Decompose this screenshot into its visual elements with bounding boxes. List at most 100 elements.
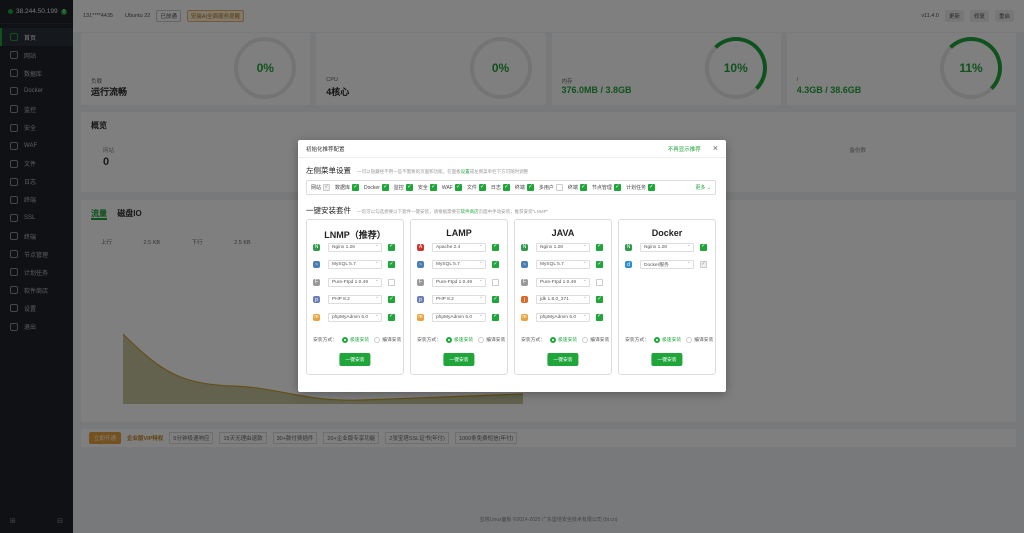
menu-option-label: WAF xyxy=(441,184,453,191)
package-checkbox[interactable]: ✓ xyxy=(388,313,395,321)
package-row: m phpMyAdmin 5.0 ✓ xyxy=(313,312,395,322)
menu-option-checkbox[interactable]: ✓ xyxy=(478,184,486,191)
compile-install-radio[interactable] xyxy=(686,336,693,343)
menu-option[interactable]: 文件 ✓ xyxy=(467,184,486,191)
menu-option[interactable]: 日志 ✓ xyxy=(491,184,510,191)
menu-option-checkbox[interactable]: ✓ xyxy=(454,184,462,191)
no-more-link[interactable]: 不再显示推荐 xyxy=(668,145,701,153)
menu-option[interactable]: 多用户 xyxy=(539,184,563,191)
menu-option-checkbox[interactable]: ✓ xyxy=(381,184,389,191)
package-icon: F xyxy=(417,278,424,286)
package-checkbox[interactable] xyxy=(596,278,603,286)
package-icon: ~ xyxy=(313,261,320,268)
close-icon[interactable]: × xyxy=(713,144,718,153)
menu-option[interactable]: 终端 ✓ xyxy=(515,184,534,191)
menu-option[interactable]: Docker ✓ xyxy=(364,184,389,191)
menu-option-checkbox[interactable]: ✓ xyxy=(429,184,437,191)
menu-option[interactable]: 终端 ✓ xyxy=(568,184,587,191)
version-select[interactable]: PHP 8.2 xyxy=(328,295,382,304)
stack-options: LNMP（推荐） N Nginx 1.26 ✓ ~ MySQL 5.7 ✓ F Pure-Ftp… xyxy=(306,219,716,375)
store-link[interactable]: 软件商店 xyxy=(461,209,479,214)
one-click-install-button[interactable]: 一键安装 xyxy=(651,353,683,366)
package-checkbox[interactable]: ✓ xyxy=(596,243,603,251)
fast-install-label: 极速安装 xyxy=(662,338,682,343)
package-checkbox[interactable]: ✓ xyxy=(388,243,395,251)
package-row: d Docker服务 ✓ xyxy=(625,260,707,270)
package-checkbox[interactable]: ✓ xyxy=(700,243,707,251)
package-checkbox[interactable]: ✓ xyxy=(492,261,499,268)
compile-install-radio[interactable] xyxy=(374,336,381,343)
compile-install-label: 编译安装 xyxy=(694,338,714,343)
package-row: N Nginx 1.28 ✓ xyxy=(521,242,603,252)
package-checkbox[interactable]: ✓ xyxy=(492,243,499,251)
more-dropdown[interactable]: 更多 ⌄ xyxy=(695,184,711,191)
version-select[interactable]: Pure-Ftpd 1.0.49 xyxy=(328,277,382,287)
menu-option-checkbox[interactable]: ✓ xyxy=(613,184,621,191)
menu-option-checkbox[interactable]: ✓ xyxy=(579,184,587,191)
package-checkbox[interactable] xyxy=(492,278,499,286)
version-select[interactable]: Pure-Ftpd 1.0.49 xyxy=(432,277,486,287)
package-checkbox[interactable]: ✓ xyxy=(596,261,603,268)
version-select[interactable]: MySQL 5.7 xyxy=(536,260,590,269)
package-icon: F xyxy=(521,278,528,286)
menu-option[interactable]: 数据库 ✓ xyxy=(335,184,360,191)
stack-title: LAMP xyxy=(446,228,472,238)
version-select[interactable]: Docker服务 xyxy=(640,260,694,269)
package-checkbox[interactable]: ✓ xyxy=(492,313,499,321)
stack-card: JAVA N Nginx 1.28 ✓ ~ MySQL 5.7 ✓ F Pure-Ftpd 1.… xyxy=(514,219,612,375)
version-select[interactable]: phpMyAdmin 5.0 xyxy=(432,312,486,322)
version-select[interactable]: Apache 2.4 xyxy=(432,242,486,252)
version-select[interactable]: jdk 1.8.0_371 xyxy=(536,295,590,304)
package-checkbox[interactable]: ✓ xyxy=(596,296,603,303)
menu-option-checkbox[interactable]: ✓ xyxy=(405,184,413,191)
menu-option[interactable]: 网站 ✓ xyxy=(311,183,331,191)
package-checkbox[interactable]: ✓ xyxy=(388,296,395,303)
fast-install-radio[interactable] xyxy=(654,336,660,343)
fast-install-radio[interactable] xyxy=(342,336,348,343)
version-select[interactable]: Nginx 1.28 xyxy=(536,242,590,252)
install-method-label: 安装方式： xyxy=(521,338,545,343)
menu-option-checkbox[interactable]: ✓ xyxy=(647,184,655,191)
one-click-install-button[interactable]: 一键安装 xyxy=(443,353,475,366)
fast-install-radio[interactable] xyxy=(550,336,556,343)
menu-option-checkbox[interactable]: ✓ xyxy=(352,184,360,191)
package-checkbox[interactable]: ✓ xyxy=(388,261,395,268)
stack-title: LNMP（推荐） xyxy=(324,230,386,240)
version-select[interactable]: Nginx 1.28 xyxy=(640,242,694,252)
package-checkbox[interactable]: ✓ xyxy=(596,313,603,321)
menu-option-checkbox: ✓ xyxy=(323,183,331,191)
package-row: ~ MySQL 5.7 ✓ xyxy=(313,260,395,270)
menu-option-checkbox[interactable]: ✓ xyxy=(526,184,534,191)
version-select[interactable]: Nginx 1.26 xyxy=(328,242,382,252)
package-row: N Nginx 1.28 ✓ xyxy=(625,242,707,252)
package-checkbox[interactable]: ✓ xyxy=(492,296,499,303)
version-select[interactable]: Pure-Ftpd 1.0.49 xyxy=(536,277,590,287)
menu-option[interactable]: WAF ✓ xyxy=(442,184,462,191)
menu-option-label: 网站 xyxy=(311,185,322,191)
settings-link[interactable]: 设置 xyxy=(461,169,470,174)
menu-option[interactable]: 计划任务 ✓ xyxy=(626,184,655,191)
fast-install-radio[interactable] xyxy=(446,336,452,343)
version-select[interactable]: PHP 8.2 xyxy=(432,295,486,304)
menu-option[interactable]: 节点管理 ✓ xyxy=(592,184,621,191)
menu-option-checkbox[interactable] xyxy=(555,184,563,191)
version-select[interactable]: MySQL 5.7 xyxy=(432,260,486,269)
menu-option[interactable]: 监控 ✓ xyxy=(394,184,413,191)
compile-install-radio[interactable] xyxy=(478,336,485,343)
one-click-install-button[interactable]: 一键安装 xyxy=(339,353,371,366)
version-select[interactable]: MySQL 5.7 xyxy=(328,260,382,269)
one-click-install-button[interactable]: 一键安装 xyxy=(547,353,579,366)
version-select[interactable]: phpMyAdmin 5.0 xyxy=(536,312,590,322)
menu-option-label: Docker xyxy=(364,184,380,191)
install-method-label: 安装方式： xyxy=(313,338,337,343)
package-icon: N xyxy=(625,243,632,251)
fast-install-label: 极速安装 xyxy=(558,338,578,343)
menu-option[interactable]: 安全 ✓ xyxy=(418,184,437,191)
menu-option-label: 日志 xyxy=(490,185,501,191)
package-row: p PHP 8.2 ✓ xyxy=(313,295,395,305)
package-checkbox[interactable] xyxy=(388,278,395,286)
package-row: F Pure-Ftpd 1.0.49 xyxy=(313,277,395,287)
menu-option-checkbox[interactable]: ✓ xyxy=(502,184,510,191)
compile-install-radio[interactable] xyxy=(582,336,589,343)
version-select[interactable]: phpMyAdmin 5.0 xyxy=(328,312,382,322)
